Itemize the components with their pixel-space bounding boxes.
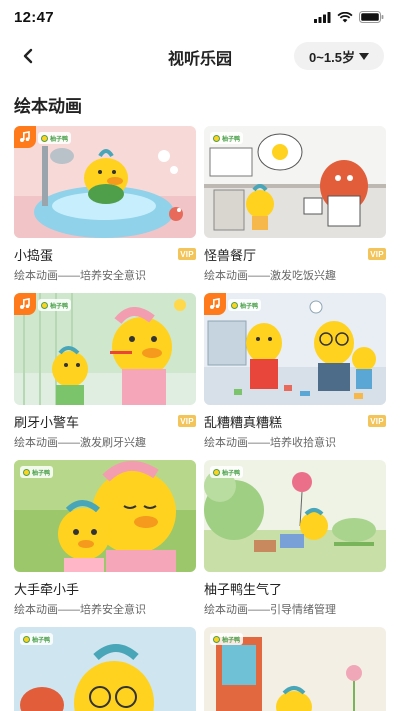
brand-logo: 柚子鸭 <box>20 466 54 478</box>
nav-bar: 视听乐园 0~1.5岁 <box>0 36 400 76</box>
video-thumbnail[interactable]: 柚子鸭 <box>14 293 196 405</box>
video-card[interactable]: 柚子鸭 <box>14 627 196 711</box>
vip-badge: VIP <box>368 415 386 427</box>
card-title-row: 刷牙小警车 VIP <box>14 413 196 430</box>
brand-logo: 柚子鸭 <box>38 132 72 144</box>
video-card[interactable]: 柚子鸭柚子鸭生气了绘本动画——引导情绪管理 <box>204 460 386 627</box>
brand-logo-text: 柚子鸭 <box>222 470 241 477</box>
brand-logo-text: 柚子鸭 <box>240 303 259 310</box>
age-range-label: 0~1.5岁 <box>309 49 355 65</box>
video-thumbnail[interactable]: 柚子鸭 <box>204 460 386 572</box>
video-thumbnail[interactable]: 柚子鸭 <box>14 460 196 572</box>
duck-logo-icon <box>23 635 30 643</box>
card-subtitle: 绘本动画——引导情绪管理 <box>204 604 336 616</box>
card-title: 柚子鸭生气了 <box>204 581 283 597</box>
signal-icon <box>314 11 331 23</box>
card-title-row: 乱糟糟真糟糕 VIP <box>204 413 386 430</box>
wifi-icon <box>337 11 353 22</box>
vip-badge: VIP <box>178 415 196 427</box>
card-title: 小捣蛋 <box>14 247 54 263</box>
card-title: 乱糟糟真糟糕 <box>204 414 283 430</box>
card-subtitle: 绘本动画——培养安全意识 <box>14 604 146 616</box>
music-note-icon <box>204 293 226 315</box>
music-note-icon <box>14 126 36 148</box>
battery-icon <box>359 11 384 23</box>
status-bar: 12:47 <box>0 0 400 36</box>
card-subtitle: 绘本动画——培养安全意识 <box>14 270 146 282</box>
section-title: 绘本动画 <box>14 97 82 116</box>
brand-logo-text: 柚子鸭 <box>222 136 241 143</box>
brand-logo-text: 柚子鸭 <box>50 303 69 310</box>
card-title-row: 柚子鸭生气了 <box>204 580 386 597</box>
video-thumbnail[interactable]: 柚子鸭 <box>204 627 386 711</box>
video-grid: 柚子鸭 小捣蛋 VIP 绘本动画——培养安全意识 柚子鸭 怪兽餐厅 VIP 绘本动画——激发… <box>14 126 386 711</box>
video-thumbnail[interactable]: 柚子鸭 <box>14 627 196 711</box>
duck-logo-icon <box>213 635 220 643</box>
video-thumbnail[interactable]: 柚子鸭 <box>14 126 196 238</box>
video-card[interactable]: 柚子鸭小捣蛋 VIP 绘本动画——培养安全意识 <box>14 126 196 293</box>
card-title: 刷牙小警车 <box>14 414 80 430</box>
age-range-select[interactable]: 0~1.5岁 <box>294 42 384 70</box>
brand-logo-text: 柚子鸭 <box>222 637 241 644</box>
duck-logo-icon <box>213 468 220 476</box>
back-button[interactable] <box>16 44 40 68</box>
status-time: 12:47 <box>14 9 54 26</box>
brand-logo: 柚子鸭 <box>38 299 72 311</box>
duck-logo-icon <box>231 301 238 309</box>
video-card[interactable]: 柚子鸭大手牵小手绘本动画——培养安全意识 <box>14 460 196 627</box>
status-icons <box>314 11 384 23</box>
brand-logo: 柚子鸭 <box>210 132 244 144</box>
duck-logo-icon <box>23 468 30 476</box>
brand-logo-text: 柚子鸭 <box>50 136 69 143</box>
card-title-row: 小捣蛋 VIP <box>14 246 196 263</box>
card-subtitle: 绘本动画——培养收拾意识 <box>204 437 336 449</box>
video-thumbnail[interactable]: 柚子鸭 <box>204 126 386 238</box>
video-card[interactable]: 柚子鸭 <box>204 627 386 711</box>
card-title: 怪兽餐厅 <box>204 247 257 263</box>
caret-down-icon <box>358 53 369 60</box>
video-card[interactable]: 柚子鸭怪兽餐厅 VIP 绘本动画——激发吃饭兴趣 <box>204 126 386 293</box>
video-card[interactable]: 柚子鸭乱糟糟真糟糕 VIP 绘本动画——培养收拾意识 <box>204 293 386 460</box>
vip-badge: VIP <box>368 248 386 260</box>
card-title: 大手牵小手 <box>14 581 80 597</box>
card-title-row: 大手牵小手 <box>14 580 196 597</box>
duck-logo-icon <box>41 301 48 309</box>
card-title-row: 怪兽餐厅 VIP <box>204 246 386 263</box>
brand-logo: 柚子鸭 <box>210 466 244 478</box>
card-subtitle: 绘本动画——激发刷牙兴趣 <box>14 437 146 449</box>
vip-badge: VIP <box>178 248 196 260</box>
brand-logo: 柚子鸭 <box>228 299 262 311</box>
music-note-icon <box>14 293 36 315</box>
brand-logo: 柚子鸭 <box>210 633 244 645</box>
video-thumbnail[interactable]: 柚子鸭 <box>204 293 386 405</box>
chevron-left-icon <box>23 48 33 64</box>
video-card[interactable]: 柚子鸭刷牙小警车 VIP 绘本动画——激发刷牙兴趣 <box>14 293 196 460</box>
duck-logo-icon <box>213 134 220 142</box>
duck-logo-icon <box>41 134 48 142</box>
brand-logo-text: 柚子鸭 <box>32 637 51 644</box>
brand-logo: 柚子鸭 <box>20 633 54 645</box>
card-subtitle: 绘本动画——激发吃饭兴趣 <box>204 270 336 282</box>
brand-logo-text: 柚子鸭 <box>32 470 51 477</box>
